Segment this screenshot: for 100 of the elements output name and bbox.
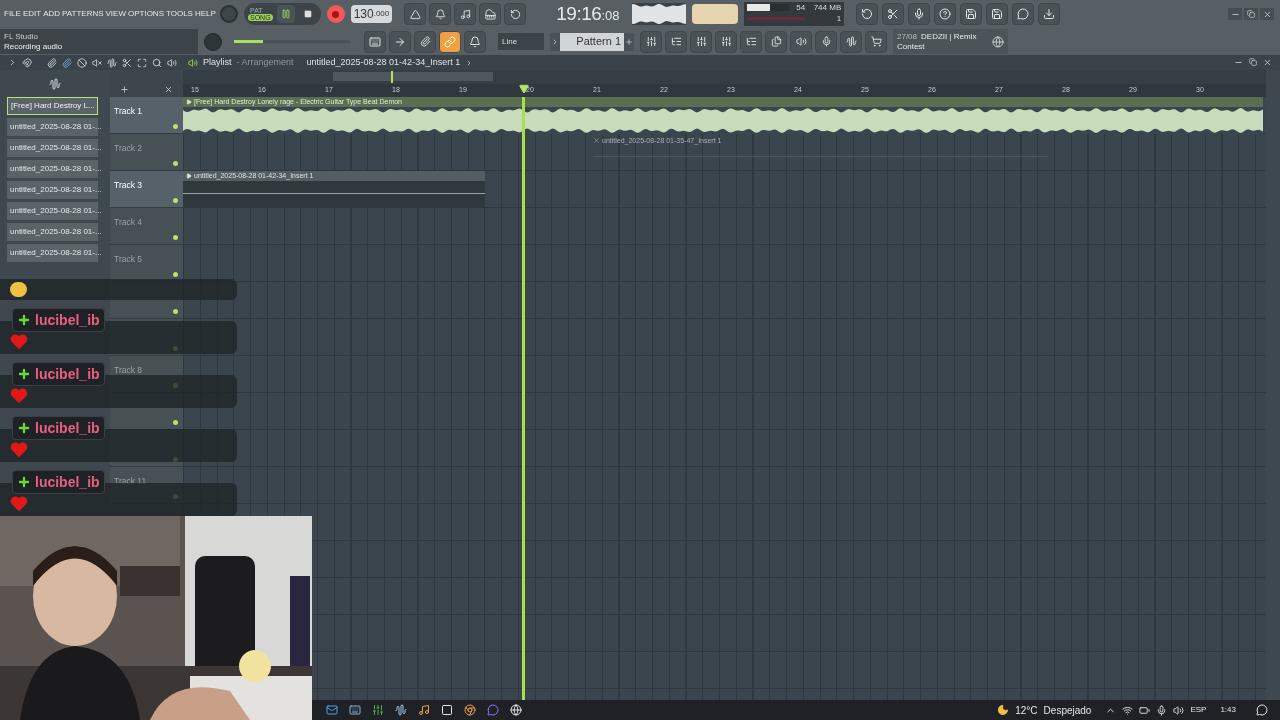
remove-icon[interactable] bbox=[164, 85, 173, 94]
save-button[interactable] bbox=[960, 3, 983, 25]
track-mute-icon[interactable] bbox=[173, 124, 178, 129]
menu-item[interactable]: TOOLS bbox=[166, 8, 193, 20]
mixer-button[interactable] bbox=[715, 30, 737, 53]
pencil-button[interactable] bbox=[414, 30, 436, 53]
menu-item[interactable]: ADD bbox=[43, 8, 61, 20]
notification-icon[interactable] bbox=[1256, 704, 1268, 716]
tempo-value[interactable]: 130 bbox=[353, 5, 374, 23]
metronome-button[interactable] bbox=[404, 3, 427, 25]
cut-button[interactable] bbox=[882, 3, 905, 25]
track-header[interactable]: Track 2 bbox=[110, 134, 183, 171]
link-button[interactable] bbox=[439, 30, 461, 53]
playlist-button[interactable] bbox=[640, 30, 662, 53]
network-icon[interactable] bbox=[1122, 704, 1134, 716]
track-label: Track 1 bbox=[114, 106, 143, 116]
restore-button[interactable] bbox=[1244, 8, 1258, 20]
step-sequencer-button[interactable] bbox=[665, 30, 687, 53]
menu-item[interactable]: EDIT bbox=[22, 8, 42, 20]
track-mute-icon[interactable] bbox=[173, 309, 178, 314]
minimize-button[interactable] bbox=[1228, 8, 1242, 20]
waveform-icon[interactable] bbox=[395, 704, 407, 716]
cart-icon bbox=[870, 36, 882, 47]
play-icon bbox=[186, 99, 192, 105]
piano-button[interactable] bbox=[364, 30, 386, 53]
channel-rack-button[interactable] bbox=[690, 30, 712, 53]
restore-icon[interactable] bbox=[1249, 58, 1257, 66]
waveform-icon[interactable] bbox=[107, 57, 117, 68]
speaker-icon[interactable] bbox=[188, 57, 198, 68]
browser-icon[interactable] bbox=[464, 704, 476, 716]
mute-tool-icon[interactable] bbox=[92, 57, 102, 68]
export-button[interactable] bbox=[986, 3, 1009, 25]
music-note-icon[interactable] bbox=[418, 704, 430, 716]
mail-icon[interactable] bbox=[326, 704, 338, 716]
download-button[interactable] bbox=[1038, 3, 1061, 25]
moon-icon[interactable] bbox=[997, 704, 1010, 716]
menu-item[interactable]: HELP bbox=[194, 8, 216, 20]
save-icon bbox=[965, 8, 978, 20]
chat-icon[interactable] bbox=[487, 704, 499, 716]
close-button[interactable] bbox=[1260, 8, 1274, 20]
undo-button[interactable] bbox=[856, 3, 879, 25]
speaker-icon[interactable] bbox=[167, 57, 177, 68]
track-mute-icon[interactable] bbox=[173, 161, 178, 166]
paperclip-icon[interactable] bbox=[47, 57, 57, 68]
add-track-icon[interactable] bbox=[120, 85, 129, 94]
track-mute-icon[interactable] bbox=[173, 198, 178, 203]
track-mute-icon[interactable] bbox=[173, 272, 178, 277]
bell-button[interactable] bbox=[464, 30, 486, 53]
menu-item[interactable]: VIEW bbox=[105, 8, 126, 20]
scissors-icon[interactable] bbox=[122, 57, 132, 68]
square-icon[interactable] bbox=[441, 704, 453, 716]
microphone-button[interactable] bbox=[908, 3, 931, 25]
globe-icon[interactable] bbox=[510, 704, 522, 716]
keyboard-icon[interactable] bbox=[349, 704, 361, 716]
step-edit-button[interactable] bbox=[479, 3, 502, 25]
browser-button[interactable] bbox=[740, 30, 762, 53]
chat-button[interactable] bbox=[1012, 3, 1035, 25]
sliders-icon[interactable] bbox=[372, 704, 384, 716]
plugin-button[interactable] bbox=[790, 30, 812, 53]
microphone-icon bbox=[913, 8, 926, 20]
help-button[interactable] bbox=[934, 3, 957, 25]
expand-icon[interactable] bbox=[8, 58, 17, 67]
snap-selector[interactable]: Line bbox=[498, 33, 544, 50]
pause-button[interactable] bbox=[276, 5, 295, 23]
track-header[interactable]: Track 4 bbox=[110, 208, 183, 245]
zoom-tool-icon[interactable] bbox=[152, 57, 162, 68]
battery-icon[interactable] bbox=[1139, 704, 1151, 716]
taskbar-clock[interactable]: 1:43 bbox=[1220, 704, 1236, 716]
microphone-icon[interactable] bbox=[1156, 704, 1168, 716]
track-header[interactable]: Track 1 bbox=[110, 97, 183, 134]
paperclip-icon[interactable] bbox=[62, 57, 72, 68]
wait-button[interactable] bbox=[429, 3, 452, 25]
waveform-icon[interactable] bbox=[49, 77, 61, 90]
menu-item[interactable]: PATTERNS bbox=[62, 8, 104, 20]
language-indicator[interactable]: ESP bbox=[1190, 704, 1207, 716]
track-label: Track 8 bbox=[114, 365, 143, 375]
select-tool-icon[interactable] bbox=[137, 57, 147, 68]
magnet-icon[interactable] bbox=[22, 57, 32, 68]
track-mute-icon[interactable] bbox=[173, 420, 178, 425]
files-button[interactable] bbox=[765, 30, 787, 53]
cart-button[interactable] bbox=[865, 30, 887, 53]
volume-icon[interactable] bbox=[1173, 704, 1185, 716]
delete-tool-icon[interactable] bbox=[77, 57, 87, 68]
menu-item[interactable]: OPTIONS bbox=[127, 8, 164, 20]
playlist-view[interactable]: - Arrangement bbox=[236, 55, 294, 70]
music-note-icon bbox=[459, 8, 471, 20]
track-mute-icon[interactable] bbox=[173, 235, 178, 240]
browser-item[interactable]: [Free] Hard Destroy L... bbox=[7, 97, 98, 115]
scissors-icon bbox=[887, 8, 900, 20]
menu-item[interactable]: FILE bbox=[4, 8, 21, 20]
track-header[interactable]: Track 3 bbox=[110, 171, 183, 208]
waveform-icon bbox=[845, 36, 857, 47]
weather-condition[interactable]: Despejado bbox=[1043, 702, 1092, 718]
news-title[interactable]: DEDZII | Remix bbox=[921, 31, 977, 42]
pattern-selector[interactable]: Pattern 1 bbox=[560, 32, 624, 51]
close-icon[interactable] bbox=[1263, 58, 1272, 67]
arrow-button[interactable] bbox=[389, 30, 411, 53]
loop-record-button[interactable] bbox=[504, 3, 527, 25]
weather-temperature[interactable]: 12°C bbox=[1015, 702, 1038, 718]
scrollbar[interactable] bbox=[1266, 70, 1280, 700]
